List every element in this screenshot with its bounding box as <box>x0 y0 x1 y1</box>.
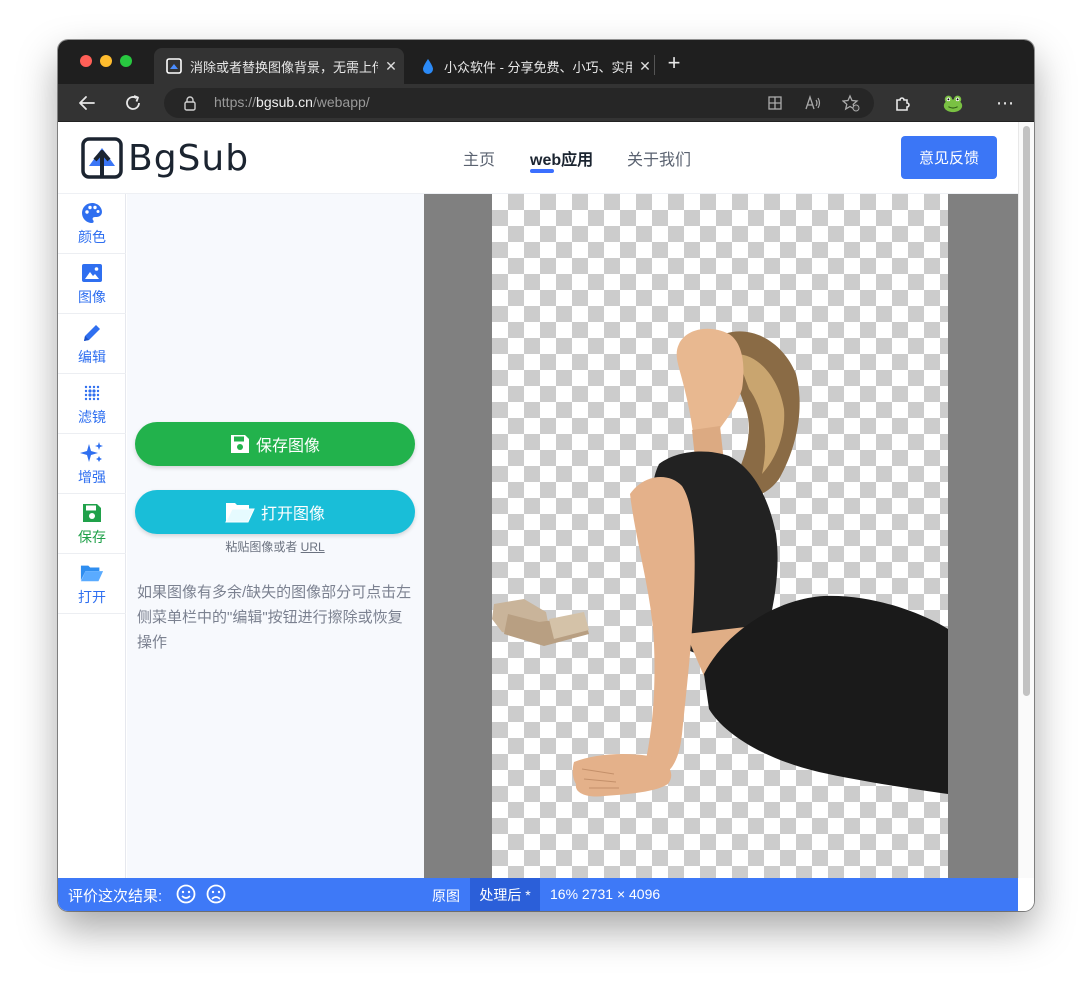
paste-url-link[interactable]: URL <box>301 540 325 554</box>
sidebar-item-edit[interactable]: 编辑 <box>58 314 126 374</box>
paste-hint: 粘贴图像或者 URL <box>127 538 423 555</box>
back-arrow-icon[interactable] <box>74 90 100 116</box>
pencil-icon <box>80 321 104 345</box>
sidebar-item-label: 滤镜 <box>78 408 106 425</box>
paste-text: 粘贴图像或者 <box>225 540 298 554</box>
browser-toolbar: https://bgsub.cn/webapp/ ⋯ <box>58 84 1034 122</box>
sidebar-item-label: 增强 <box>78 468 106 485</box>
bgsub-favicon-icon <box>166 58 182 74</box>
sparkles-icon <box>80 441 104 465</box>
processed-view-toggle[interactable]: 处理后 * <box>470 878 540 911</box>
dots-grid-icon <box>80 381 104 405</box>
folder-open-icon <box>225 503 255 523</box>
frog-profile-avatar[interactable] <box>942 92 964 114</box>
new-tab-plus-icon[interactable]: + <box>662 50 686 76</box>
save-image-label: 保存图像 <box>255 438 320 455</box>
cutout-person-image <box>492 328 948 797</box>
frown-face-icon[interactable] <box>206 884 226 904</box>
folder-open-icon <box>80 561 104 585</box>
bgsub-logo[interactable]: BgSub <box>80 136 249 180</box>
tab-close-icon[interactable]: ✕ <box>378 58 404 75</box>
edit-hint-text: 如果图像有多余/缺失的图像部分可点击左侧菜单栏中的"编辑"按钮进行擦除或恢复操作 <box>137 584 412 651</box>
sidebar-item-label: 颜色 <box>78 228 106 245</box>
tab-bgsub[interactable]: 消除或者替换图像背景，无需上传 ✕ <box>154 48 404 84</box>
close-window-button[interactable] <box>80 55 92 67</box>
tab-strip: 消除或者替换图像背景，无需上传 ✕ 小众软件 - 分享免费、小巧、实用 ✕ + <box>58 40 1034 84</box>
floppy-icon <box>230 435 249 453</box>
open-image-label: 打开图像 <box>260 506 325 523</box>
palette-icon <box>80 201 104 225</box>
sidebar-item-label: 打开 <box>78 588 106 605</box>
sidebar-item-enhance[interactable]: 增强 <box>58 434 126 494</box>
web-page: BgSub 主页 web应用 关于我们 意见反馈 颜色 图像 编辑 滤镜 增强 … <box>58 122 1034 911</box>
immersive-reader-icon[interactable] <box>766 94 784 112</box>
read-aloud-icon[interactable] <box>804 94 822 112</box>
zoom-size-info: 16% 2731 × 4096 <box>550 886 661 902</box>
lock-icon <box>182 95 198 111</box>
sidebar-item-open[interactable]: 打开 <box>58 554 126 614</box>
sidebar-item-label: 保存 <box>78 528 106 545</box>
minimize-window-button[interactable] <box>100 55 112 67</box>
address-bar[interactable]: https://bgsub.cn/webapp/ <box>164 88 874 118</box>
sidebar-item-image[interactable]: 图像 <box>58 254 126 314</box>
sidebar-item-label: 编辑 <box>78 348 106 365</box>
sidebar-item-filter[interactable]: 滤镜 <box>58 374 126 434</box>
nav-active-indicator <box>530 169 554 173</box>
smile-face-icon[interactable] <box>176 884 196 904</box>
extensions-puzzle-icon[interactable] <box>892 92 914 114</box>
browser-window: 消除或者替换图像背景，无需上传 ✕ 小众软件 - 分享免费、小巧、实用 ✕ + … <box>58 40 1034 911</box>
status-bar: 评价这次结果: 原图 处理后 * 16% 2731 × 4096 <box>58 878 1018 911</box>
tool-sidebar: 颜色 图像 编辑 滤镜 增强 保存 打开 <box>58 194 126 878</box>
more-menu-icon[interactable]: ⋯ <box>994 92 1016 114</box>
reload-icon[interactable] <box>120 90 146 116</box>
tab-appinn[interactable]: 小众软件 - 分享免费、小巧、实用 ✕ <box>408 48 658 84</box>
sidebar-item-label: 图像 <box>78 288 106 305</box>
page-scrollbar[interactable] <box>1018 122 1034 878</box>
tab-title: 小众软件 - 分享免费、小巧、实用 <box>444 59 632 75</box>
bgsub-logo-icon <box>81 137 123 179</box>
original-view-toggle[interactable]: 原图 <box>432 886 460 906</box>
sidebar-item-save[interactable]: 保存 <box>58 494 126 554</box>
site-header: BgSub 主页 web应用 关于我们 意见反馈 <box>58 122 1018 194</box>
favorite-star-icon[interactable] <box>842 94 860 112</box>
open-image-button[interactable]: 打开图像 <box>135 490 415 534</box>
nav-about[interactable]: 关于我们 <box>627 146 691 170</box>
feedback-button[interactable]: 意见反馈 <box>901 136 997 179</box>
scrollbar-thumb[interactable] <box>1023 126 1030 696</box>
rate-result-label: 评价这次结果: <box>68 888 163 905</box>
yoga-blocks <box>492 599 589 646</box>
url-text: https://bgsub.cn/webapp/ <box>214 94 370 110</box>
floppy-icon <box>80 501 104 525</box>
maximize-window-button[interactable] <box>120 55 132 67</box>
save-image-button[interactable]: 保存图像 <box>135 422 415 466</box>
image-canvas[interactable] <box>424 194 1018 878</box>
sidebar-item-color[interactable]: 颜色 <box>58 194 126 254</box>
nav-home[interactable]: 主页 <box>463 146 495 170</box>
control-panel: 保存图像 打开图像 粘贴图像或者 URL 如果图像有多余/缺失的图像部分可点击左… <box>127 194 425 878</box>
nav-webapp[interactable]: web应用 <box>530 146 593 170</box>
tab-separator <box>654 55 655 75</box>
tab-title: 消除或者替换图像背景，无需上传 <box>190 59 378 75</box>
image-icon <box>80 261 104 285</box>
droplet-favicon-icon <box>420 58 436 74</box>
logo-text: BgSub <box>128 137 250 179</box>
